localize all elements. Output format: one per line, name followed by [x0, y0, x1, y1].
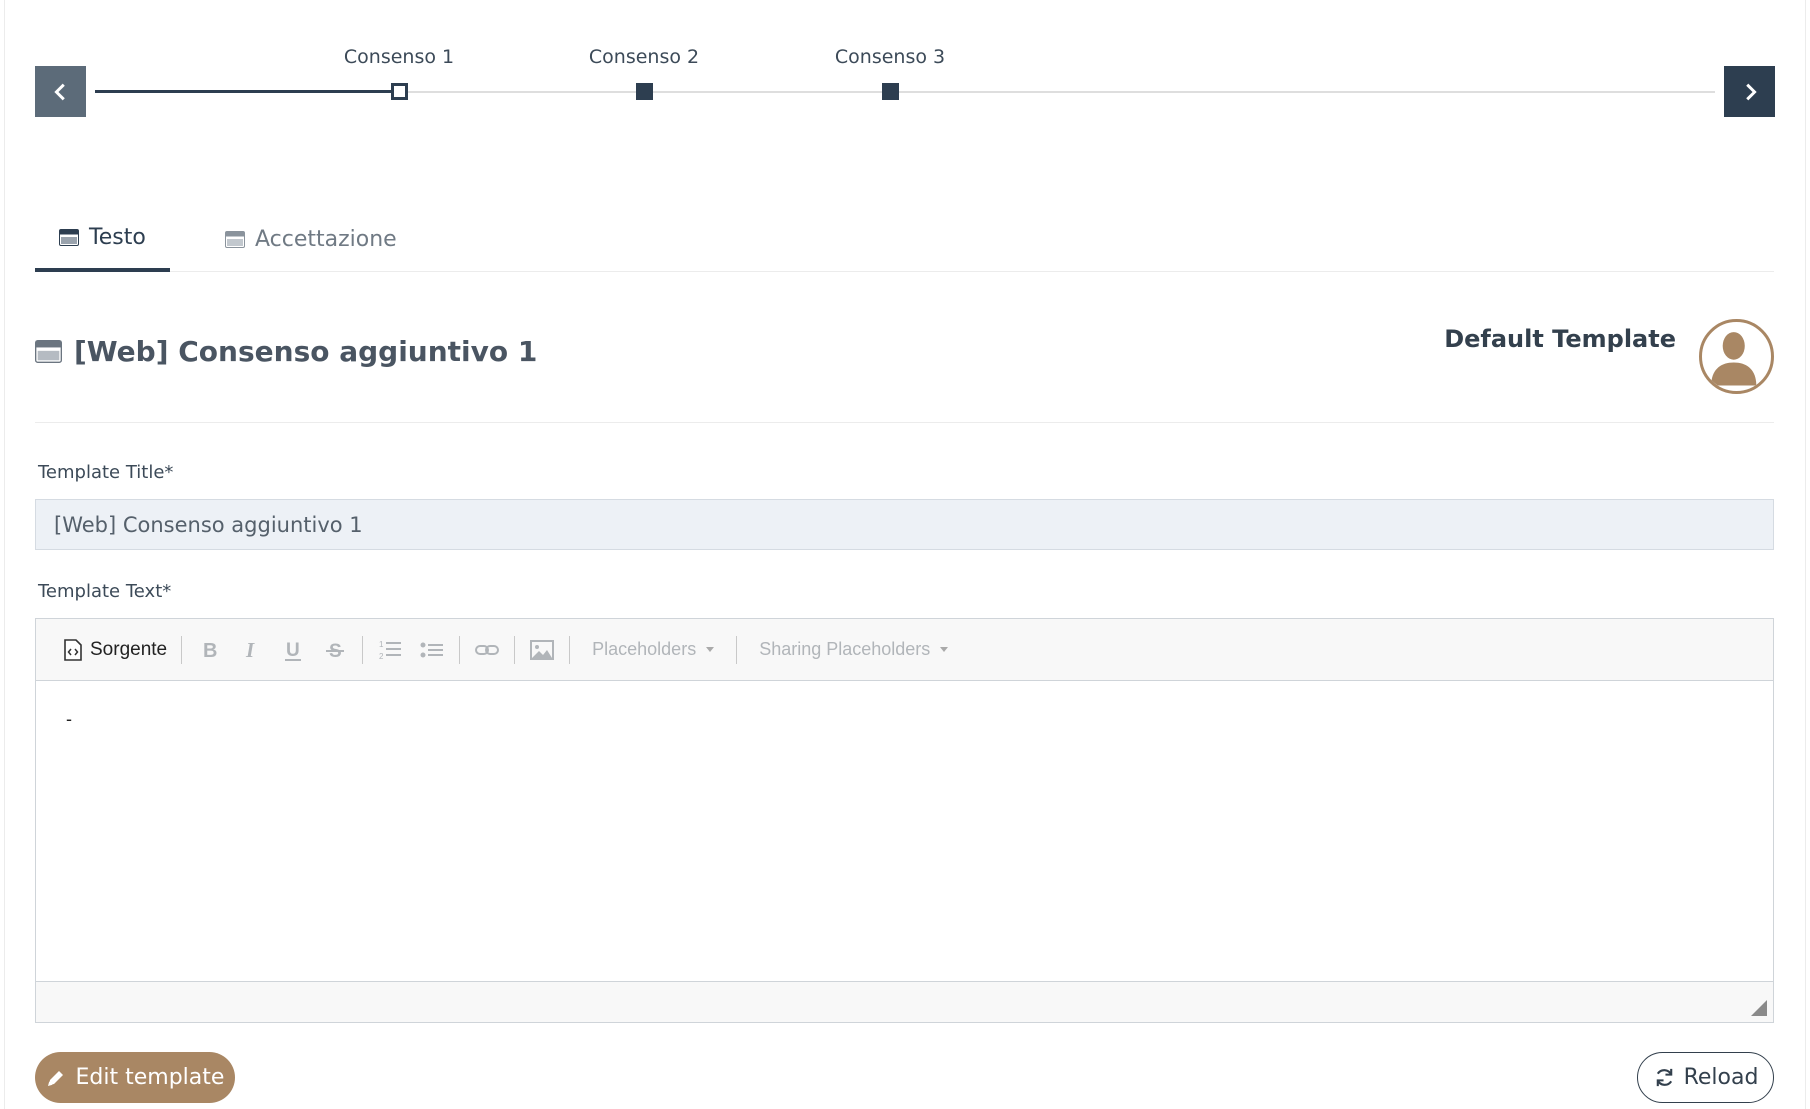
pencil-icon [47, 1070, 63, 1086]
template-title-label: Template Title* [38, 462, 174, 483]
template-title-input[interactable] [35, 499, 1774, 550]
reload-label: Reload [1683, 1065, 1759, 1090]
source-document-icon [64, 638, 82, 661]
toolbar-separator [362, 635, 364, 664]
template-text-label: Template Text* [38, 581, 172, 602]
italic-button[interactable]: I [230, 633, 272, 667]
toolbar-separator [181, 635, 183, 664]
tab-bar: Testo Accettazione [35, 206, 1774, 272]
page-title: [Web] Consenso aggiuntivo 1 [35, 335, 537, 368]
svg-text:U: U [286, 640, 300, 661]
timeline-step-marker[interactable] [391, 83, 408, 100]
editor-footer [36, 981, 1773, 1022]
editor-content-area[interactable]: - [36, 681, 1773, 981]
timeline-step-label: Consenso 2 [588, 46, 700, 68]
avatar [1699, 319, 1774, 394]
bullet-list-button[interactable] [411, 633, 453, 667]
tab-label: Accettazione [255, 226, 397, 252]
bold-button[interactable]: B [188, 633, 230, 667]
chevron-left-icon [53, 83, 65, 100]
caret-down-icon [706, 647, 715, 652]
timeline-step-marker[interactable] [636, 83, 653, 100]
user-silhouette-icon [1711, 332, 1757, 386]
rich-text-editor: Sorgente B I U S 12 Placeholders Sharing… [35, 618, 1774, 1023]
numbered-list-icon: 12 [379, 640, 402, 661]
bold-icon: B [203, 640, 217, 662]
sharing-placeholders-dropdown[interactable]: Sharing Placeholders [743, 639, 964, 660]
caret-down-icon [940, 647, 949, 652]
default-template-label: Default Template [1444, 325, 1676, 353]
timeline-step-marker[interactable] [882, 83, 899, 100]
page-title-text: [Web] Consenso aggiuntivo 1 [74, 335, 538, 368]
refresh-icon [1656, 1068, 1672, 1087]
edit-template-button[interactable]: Edit template [35, 1052, 235, 1103]
svg-text:I: I [245, 638, 255, 662]
image-icon [530, 639, 555, 660]
underline-icon: U [285, 640, 302, 661]
source-button[interactable]: Sorgente [56, 633, 175, 667]
source-button-label: Sorgente [90, 638, 168, 660]
link-button[interactable] [466, 633, 508, 667]
edit-template-label: Edit template [75, 1065, 225, 1090]
window-icon [35, 340, 62, 363]
chevron-right-icon [1745, 83, 1757, 100]
tab-testo[interactable]: Testo [35, 206, 170, 272]
timeline-step-label: Consenso 1 [343, 46, 455, 68]
window-icon [225, 230, 245, 248]
editor-toolbar: Sorgente B I U S 12 Placeholders Sharing… [36, 619, 1773, 681]
link-icon [475, 644, 500, 655]
toolbar-separator [569, 635, 571, 664]
timeline-next-button[interactable] [1724, 66, 1775, 117]
timeline-prev-button[interactable] [35, 66, 86, 117]
italic-icon: I [245, 638, 255, 662]
sharing-placeholders-dropdown-label: Sharing Placeholders [759, 639, 931, 659]
toolbar-separator [459, 635, 461, 664]
image-button[interactable] [521, 633, 563, 667]
strikethrough-icon: S [326, 641, 345, 662]
tab-accettazione[interactable]: Accettazione [201, 206, 421, 272]
placeholders-dropdown[interactable]: Placeholders [576, 639, 730, 660]
section-header: [Web] Consenso aggiuntivo 1 Default Temp… [35, 305, 1774, 423]
reload-button[interactable]: Reload [1637, 1052, 1774, 1103]
svg-text:2: 2 [379, 652, 384, 661]
window-icon [59, 228, 79, 246]
timeline-step-label: Consenso 3 [834, 46, 946, 68]
bullet-list-icon [420, 642, 444, 657]
editor-content-text: - [66, 709, 72, 729]
toolbar-separator [514, 635, 516, 664]
underline-button[interactable]: U [272, 633, 314, 667]
timeline-progress [95, 90, 403, 93]
strikethrough-button[interactable]: S [314, 633, 356, 667]
resize-handle-icon[interactable] [1751, 1000, 1767, 1016]
tab-label: Testo [89, 224, 146, 250]
toolbar-separator [736, 635, 738, 664]
svg-text:B: B [203, 640, 217, 662]
placeholders-dropdown-label: Placeholders [592, 639, 697, 659]
numbered-list-button[interactable]: 12 [369, 633, 411, 667]
svg-text:1: 1 [379, 640, 384, 649]
